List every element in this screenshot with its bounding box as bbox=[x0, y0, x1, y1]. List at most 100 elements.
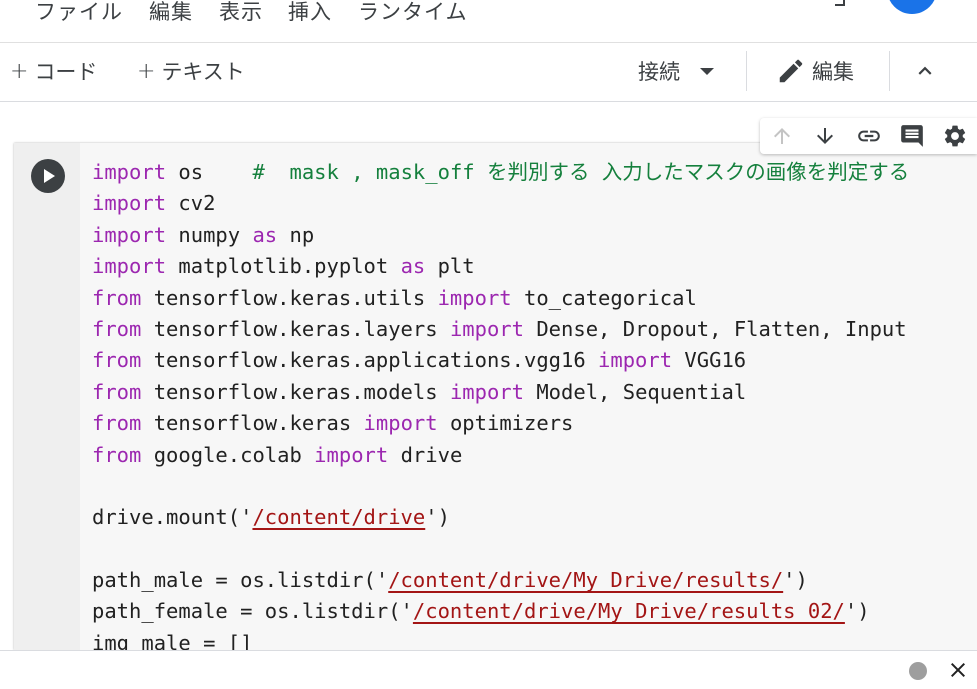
code-keyword: from bbox=[92, 379, 142, 404]
code-line[interactable]: from tensorflow.keras.layers import Dens… bbox=[92, 314, 977, 345]
code-keyword: import bbox=[92, 160, 167, 184]
connect-button[interactable]: 接続 bbox=[638, 55, 720, 87]
code-line[interactable]: path_female = os.listdir('/content/drive… bbox=[92, 596, 977, 627]
comment-icon[interactable] bbox=[890, 118, 933, 154]
code-string: /content/drive/My Drive/results/ bbox=[388, 568, 784, 593]
code-text: to_categorical bbox=[511, 285, 697, 310]
code-line[interactable] bbox=[92, 534, 977, 565]
code-text: drive.mount(' bbox=[92, 505, 253, 530]
divider bbox=[746, 51, 747, 91]
menu-edit[interactable]: 編集 bbox=[149, 0, 193, 26]
code-line[interactable]: import cv2 bbox=[92, 188, 977, 219]
code-keyword: import bbox=[92, 222, 167, 247]
code-keyword: import bbox=[449, 316, 524, 341]
code-keyword: as bbox=[252, 222, 278, 247]
code-line[interactable]: import matplotlib.pyplot as plt bbox=[92, 251, 977, 282]
code-text: tensorflow.keras bbox=[141, 411, 364, 436]
cell-gutter bbox=[14, 143, 80, 650]
code-text: img_male = [] bbox=[92, 630, 253, 650]
chevron-up-icon bbox=[918, 66, 932, 75]
code-keyword: as bbox=[400, 254, 426, 279]
code-keyword: import bbox=[314, 442, 389, 467]
code-line[interactable]: drive.mount('/content/drive') bbox=[92, 502, 977, 533]
add-text-label: テキスト bbox=[161, 60, 245, 84]
code-line[interactable] bbox=[92, 471, 977, 502]
code-text: optimizers bbox=[437, 411, 574, 436]
status-bar bbox=[0, 650, 977, 689]
menu-runtime[interactable]: ランタイム bbox=[358, 0, 468, 26]
code-text: os bbox=[166, 160, 253, 184]
code-line[interactable]: from tensorflow.keras.applications.vgg16… bbox=[92, 345, 977, 376]
code-cell[interactable]: import os # mask , mask_off を判別する 入力したマス… bbox=[14, 143, 977, 650]
code-text: path_male = os.listdir(' bbox=[92, 568, 389, 593]
code-text: ') bbox=[425, 505, 450, 530]
code-keyword: import bbox=[437, 285, 512, 310]
code-text: tensorflow.keras.utils bbox=[141, 285, 438, 310]
code-text: Dense, Dropout, Flatten, Input bbox=[524, 316, 907, 341]
code-text: VGG16 bbox=[672, 348, 747, 373]
edit-button[interactable]: 編集 bbox=[776, 55, 854, 87]
code-text: ') bbox=[783, 568, 808, 593]
code-text: cv2 bbox=[166, 191, 216, 216]
menu-insert[interactable]: 挿入 bbox=[288, 0, 332, 26]
code-line[interactable]: import os # mask , mask_off を判別する 入力したマス… bbox=[92, 157, 977, 188]
edit-label: 編集 bbox=[812, 60, 854, 84]
collapse-button[interactable] bbox=[912, 55, 938, 87]
close-icon[interactable] bbox=[946, 658, 970, 682]
status-dot-icon bbox=[909, 662, 927, 680]
cell-toolbar bbox=[760, 118, 977, 154]
code-keyword: import bbox=[92, 191, 167, 216]
pencil-icon bbox=[779, 59, 803, 83]
code-text: Model, Sequential bbox=[524, 379, 747, 404]
connect-label: 接続 bbox=[638, 60, 680, 84]
arrow-down-icon[interactable] bbox=[803, 118, 846, 154]
dropdown-arrow-icon bbox=[700, 68, 714, 75]
code-text: numpy bbox=[166, 222, 253, 247]
gear-icon[interactable] bbox=[934, 118, 977, 154]
code-line[interactable]: from google.colab import drive bbox=[92, 440, 977, 471]
divider bbox=[889, 51, 890, 91]
plus-icon: + bbox=[137, 58, 156, 84]
code-text: plt bbox=[425, 254, 475, 279]
code-line[interactable]: from tensorflow.keras import optimizers bbox=[92, 408, 977, 439]
menu-bar: ファイル 編集 表示 挿入 ランタイム bbox=[0, 0, 977, 43]
code-line[interactable]: import numpy as np bbox=[92, 220, 977, 251]
code-line[interactable]: path_male = os.listdir('/content/drive/M… bbox=[92, 565, 977, 596]
run-cell-button[interactable] bbox=[31, 159, 65, 193]
plus-icon: + bbox=[10, 58, 29, 84]
code-text: matplotlib.pyplot bbox=[166, 254, 401, 279]
code-text: tensorflow.keras.applications.vgg16 bbox=[141, 348, 599, 373]
notebook-toolbar: + コード + テキスト 接続 編集 bbox=[0, 43, 977, 102]
code-text: drive bbox=[388, 442, 463, 467]
arrow-up-icon[interactable] bbox=[760, 118, 803, 154]
code-line[interactable]: from tensorflow.keras.models import Mode… bbox=[92, 377, 977, 408]
code-keyword: from bbox=[92, 316, 142, 341]
avatar[interactable] bbox=[887, 0, 937, 14]
code-keyword: from bbox=[92, 442, 142, 467]
code-keyword: import bbox=[92, 254, 167, 279]
code-string: /content/drive/My Drive/results_02/ bbox=[412, 599, 845, 624]
code-string: /content/drive bbox=[252, 505, 426, 530]
code-text: tensorflow.keras.models bbox=[141, 379, 450, 404]
code-text: ') bbox=[844, 599, 870, 624]
add-code-label: コード bbox=[34, 60, 98, 84]
code-editor[interactable]: import os # mask , mask_off を判別する 入力したマス… bbox=[92, 157, 977, 650]
menu-view[interactable]: 表示 bbox=[219, 0, 263, 26]
add-text-button[interactable]: + テキスト bbox=[137, 55, 245, 87]
code-text: path_female = os.listdir(' bbox=[92, 599, 413, 624]
code-keyword: from bbox=[92, 348, 142, 373]
code-text: tensorflow.keras.layers bbox=[141, 316, 450, 341]
code-keyword: import bbox=[598, 348, 673, 373]
code-keyword: import bbox=[449, 379, 524, 404]
code-keyword: import bbox=[363, 411, 438, 436]
code-line[interactable]: img_male = [] bbox=[92, 628, 977, 650]
code-line[interactable]: from tensorflow.keras.utils import to_ca… bbox=[92, 283, 977, 314]
code-text: np bbox=[277, 222, 315, 247]
code-text: google.colab bbox=[141, 442, 315, 467]
menu-file[interactable]: ファイル bbox=[35, 0, 123, 26]
code-comment: # mask , mask_off を判別する 入力したマスクの画像を判定する bbox=[252, 160, 910, 184]
code-keyword: from bbox=[92, 411, 142, 436]
code-keyword: from bbox=[92, 285, 142, 310]
add-code-button[interactable]: + コード bbox=[10, 55, 97, 87]
link-icon[interactable] bbox=[847, 118, 890, 154]
